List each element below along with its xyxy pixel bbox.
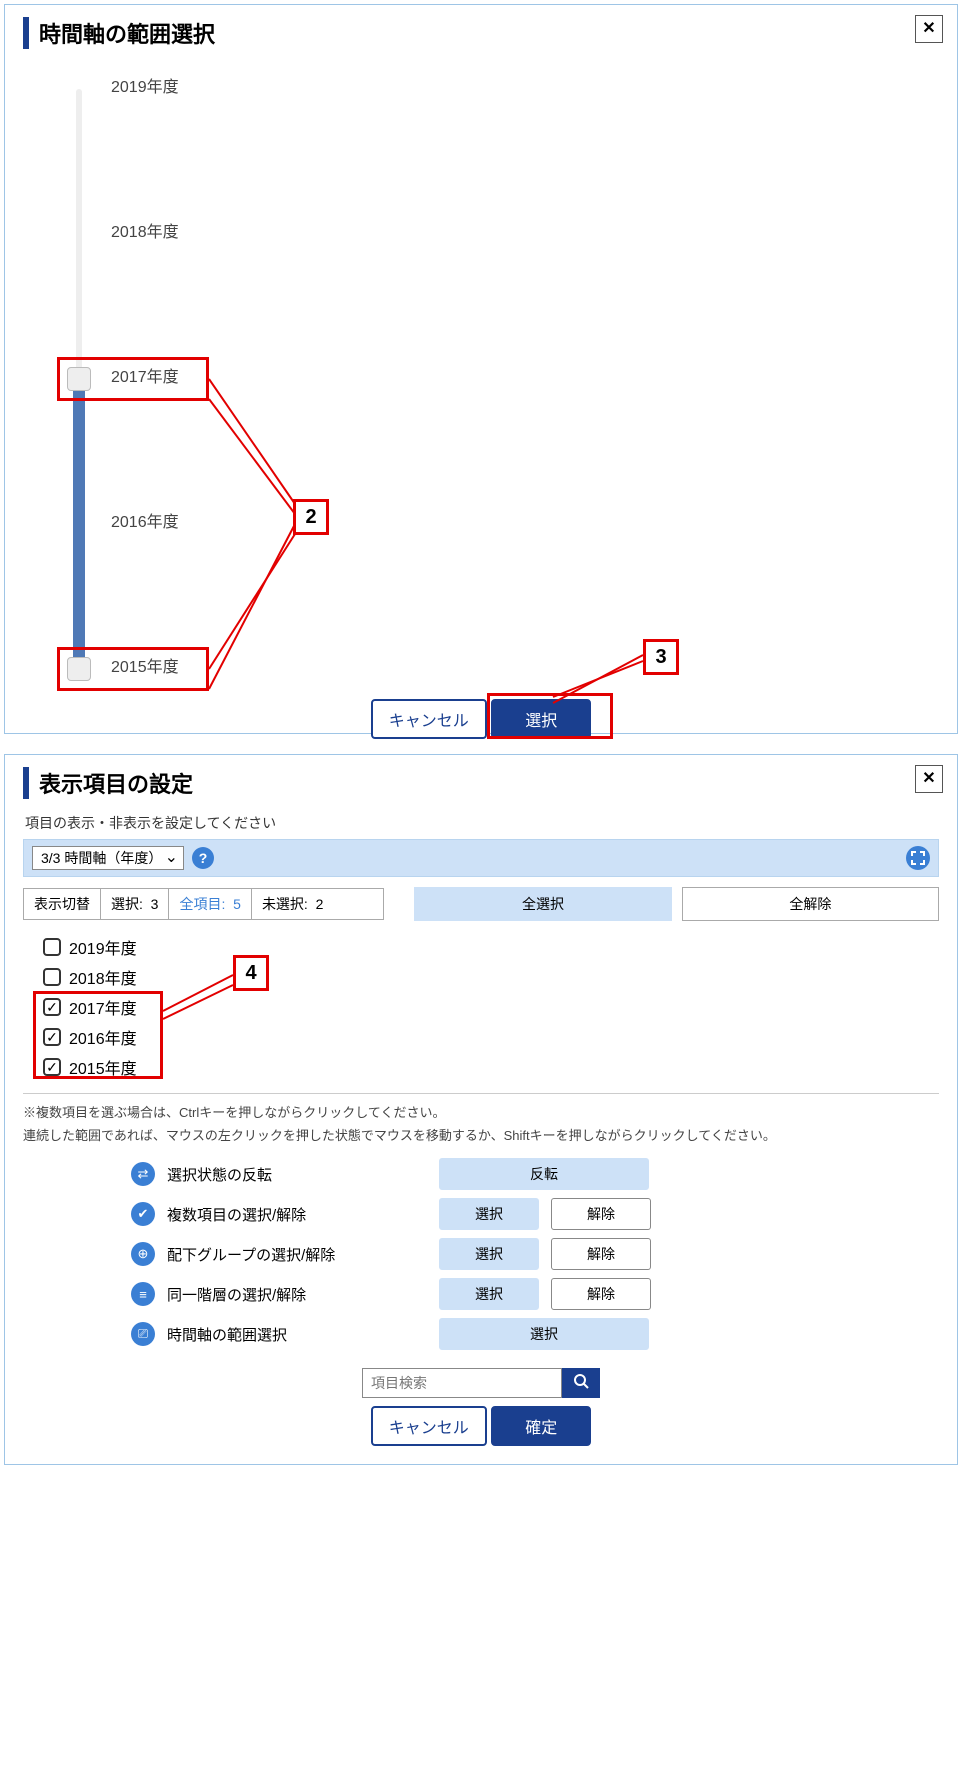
operation-icon: ≡ bbox=[131, 1282, 155, 1306]
unselected-count-box: 未選択: 2 bbox=[251, 888, 384, 920]
op-select-button[interactable]: 選択 bbox=[439, 1238, 539, 1270]
list-item[interactable]: 2018年度 bbox=[43, 965, 939, 989]
close-icon: ✕ bbox=[922, 20, 935, 37]
annotation-callout-2: 2 bbox=[293, 499, 329, 535]
operation-row: ⇄ 選択状態の反転反転 bbox=[131, 1158, 831, 1190]
axis-select[interactable]: 3/3 時間軸（年度） bbox=[32, 846, 184, 870]
checkbox[interactable]: ✓ bbox=[43, 1028, 61, 1046]
expand-icon[interactable] bbox=[906, 846, 930, 870]
select-all-button[interactable]: 全選択 bbox=[414, 887, 671, 921]
time-range-title: 時間軸の範囲選択 bbox=[23, 17, 215, 49]
slider-handle-lower[interactable] bbox=[67, 657, 91, 681]
checkbox[interactable] bbox=[43, 968, 61, 986]
confirm-button[interactable]: 確定 bbox=[491, 1406, 591, 1446]
op-clear-button[interactable]: 解除 bbox=[551, 1278, 651, 1310]
close-button[interactable]: ✕ bbox=[915, 765, 943, 793]
checkbox[interactable]: ✓ bbox=[43, 998, 61, 1016]
search-icon bbox=[573, 1373, 589, 1394]
operation-row: ≡ 同一階層の選択/解除選択解除 bbox=[131, 1278, 831, 1310]
selected-count-box: 選択: 3 bbox=[100, 888, 169, 920]
time-slider[interactable]: 2019年度2018年度2017年度2016年度2015年度 2 bbox=[63, 79, 939, 689]
search-input[interactable] bbox=[362, 1368, 562, 1398]
close-icon: ✕ bbox=[922, 770, 935, 787]
operation-icon: ✔ bbox=[131, 1202, 155, 1226]
slider-handle-upper[interactable] bbox=[67, 367, 91, 391]
checkbox[interactable] bbox=[43, 938, 61, 956]
list-item[interactable]: 2019年度 bbox=[43, 935, 939, 959]
operation-label: 同一階層の選択/解除 bbox=[167, 1284, 427, 1305]
time-range-buttons: キャンセル 選択 3 bbox=[23, 699, 939, 739]
cancel-button[interactable]: キャンセル bbox=[371, 1406, 487, 1446]
time-range-panel: 時間軸の範囲選択 ✕ 2019年度 2018年度 2017年度 2016年度 2015年… bbox=[4, 4, 958, 734]
slider-tick-label: 2018年度 bbox=[111, 218, 179, 242]
list-item-label: 2016年度 bbox=[69, 1025, 137, 1049]
close-button[interactable]: ✕ bbox=[915, 15, 943, 43]
display-items-subtitle: 項目の表示・非表示を設定してください bbox=[25, 813, 939, 833]
list-item-label: 2019年度 bbox=[69, 935, 137, 959]
operation-row: ⎚ 時間軸の範囲選択選択 bbox=[131, 1318, 831, 1350]
operation-row: ⊕ 配下グループの選択/解除選択解除 bbox=[131, 1238, 831, 1270]
note-ctrl: ※複数項目を選ぶ場合は、Ctrlキーを押しながらクリックしてください。 bbox=[23, 1102, 939, 1121]
footer-buttons: キャンセル 確定 bbox=[23, 1406, 939, 1446]
list-item-label: 2017年度 bbox=[69, 995, 137, 1019]
operation-label: 選択状態の反転 bbox=[167, 1164, 427, 1185]
toggle-row: 表示切替 選択: 3 全項目: 5 未選択: 2 全選択 全解除 bbox=[23, 887, 939, 921]
checkbox[interactable]: ✓ bbox=[43, 1058, 61, 1076]
op-action-button[interactable]: 反転 bbox=[439, 1158, 649, 1190]
list-item[interactable]: ✓ 2016年度 bbox=[43, 1025, 939, 1049]
item-list: 2019年度 2018年度 ✓ 2017年度 ✓ 2016年度 ✓ 2015年度 bbox=[43, 935, 939, 1079]
operation-icon: ⊕ bbox=[131, 1242, 155, 1266]
operation-row: ✔ 複数項目の選択/解除選択解除 bbox=[131, 1198, 831, 1230]
operations: ⇄選択状態の反転反転✔複数項目の選択/解除選択解除⊕配下グループの選択/解除選択… bbox=[131, 1158, 831, 1350]
list-item[interactable]: ✓ 2015年度 bbox=[43, 1055, 939, 1079]
cancel-button[interactable]: キャンセル bbox=[371, 699, 487, 739]
operation-icon: ⎚ bbox=[131, 1322, 155, 1346]
operation-icon: ⇄ bbox=[131, 1162, 155, 1186]
slider-selected-range bbox=[73, 379, 85, 669]
toggle-label: 表示切替 bbox=[23, 888, 101, 920]
op-clear-button[interactable]: 解除 bbox=[551, 1238, 651, 1270]
axis-bar: 3/3 時間軸（年度） ? bbox=[23, 839, 939, 877]
note-shift: 連続した範囲であれば、マウスの左クリックを押した状態でマウスを移動するか、Shi… bbox=[23, 1125, 939, 1144]
operation-label: 複数項目の選択/解除 bbox=[167, 1204, 427, 1225]
slider-tick-label: 2015年度 bbox=[111, 653, 179, 677]
op-select-button[interactable]: 選択 bbox=[439, 1278, 539, 1310]
op-action-button[interactable]: 選択 bbox=[439, 1318, 649, 1350]
slider-tick-label: 2019年度 bbox=[111, 73, 179, 97]
list-item-label: 2018年度 bbox=[69, 965, 137, 989]
select-button[interactable]: 選択 bbox=[491, 699, 591, 739]
op-select-button[interactable]: 選択 bbox=[439, 1198, 539, 1230]
search-row bbox=[23, 1368, 939, 1398]
list-item[interactable]: ✓ 2017年度 bbox=[43, 995, 939, 1019]
display-items-title: 表示項目の設定 bbox=[23, 767, 193, 799]
slider-tick-label: 2016年度 bbox=[111, 508, 179, 532]
operation-label: 時間軸の範囲選択 bbox=[167, 1324, 427, 1345]
clear-all-button[interactable]: 全解除 bbox=[682, 887, 939, 921]
slider-tick-label: 2017年度 bbox=[111, 363, 179, 387]
display-items-panel: 表示項目の設定 ✕ 項目の表示・非表示を設定してください 3/3 時間軸（年度）… bbox=[4, 754, 958, 1465]
help-icon[interactable]: ? bbox=[192, 847, 214, 869]
all-count-box: 全項目: 5 bbox=[168, 888, 251, 920]
search-button[interactable] bbox=[562, 1368, 600, 1398]
operation-label: 配下グループの選択/解除 bbox=[167, 1244, 427, 1265]
op-clear-button[interactable]: 解除 bbox=[551, 1198, 651, 1230]
list-item-label: 2015年度 bbox=[69, 1055, 137, 1079]
